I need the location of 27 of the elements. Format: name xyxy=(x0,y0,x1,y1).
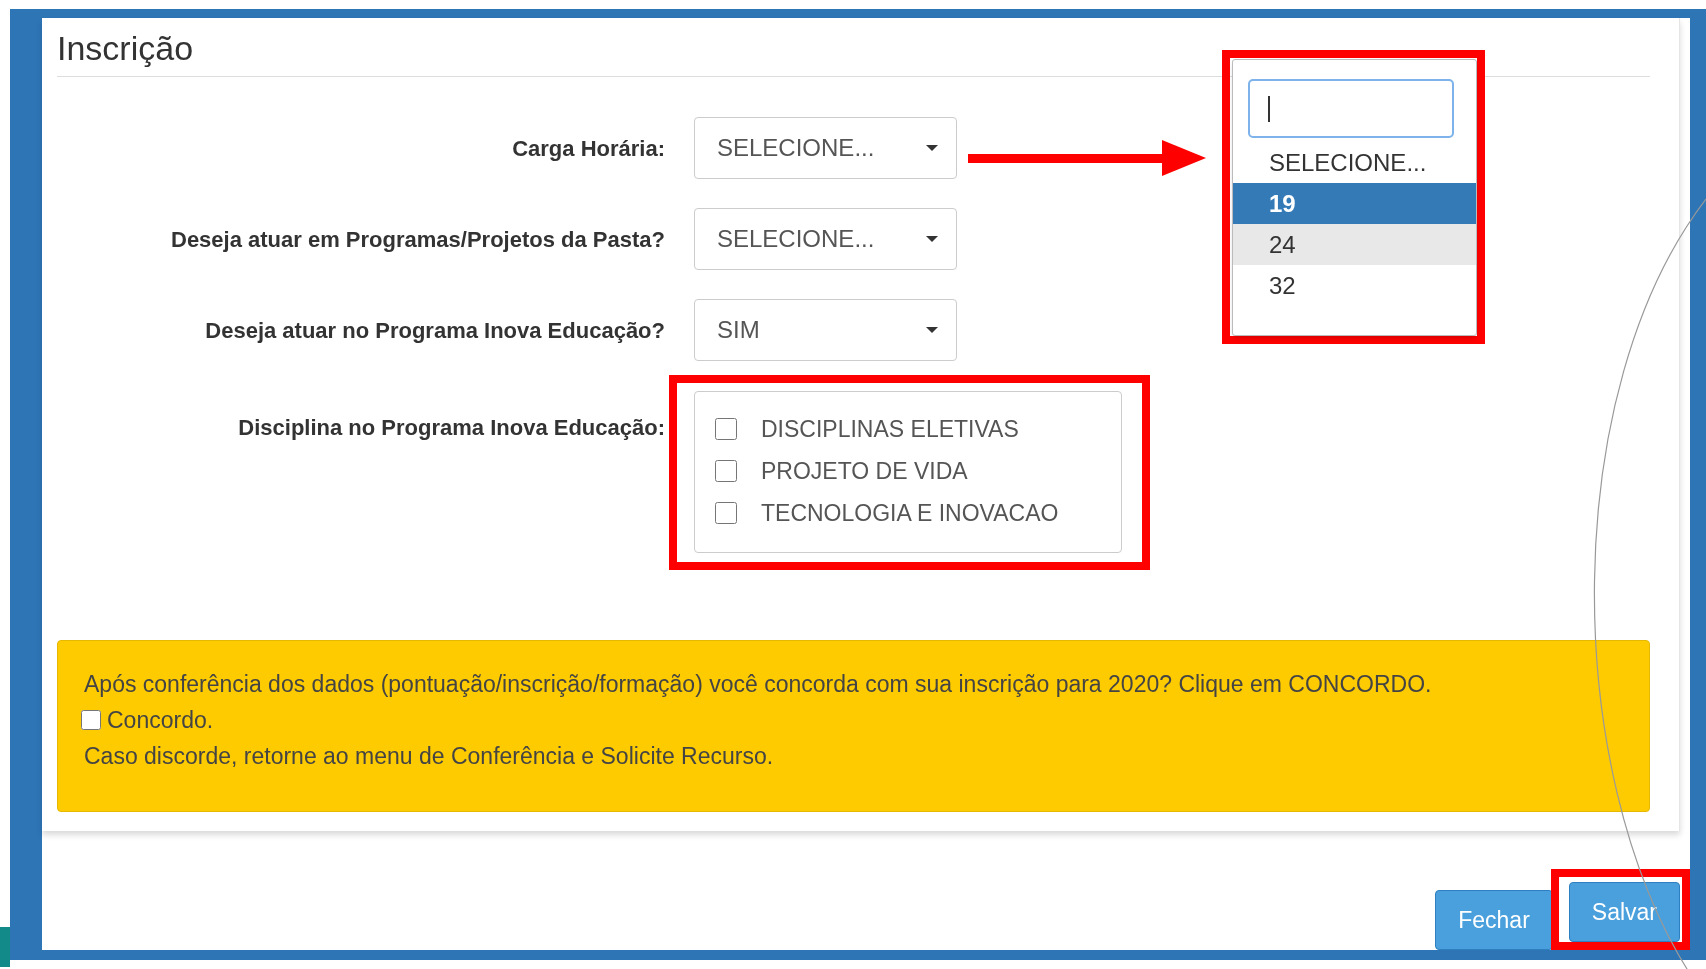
field-label: Deseja atuar em Programas/Projetos da Pasta? xyxy=(170,225,665,254)
field-label: Disciplina no Programa Inova Educação: xyxy=(237,414,665,442)
search-field[interactable] xyxy=(1248,79,1454,138)
dropdown-option[interactable]: 32 xyxy=(1233,265,1476,306)
checkbox-option[interactable]: DISCIPLINAS ELETIVAS xyxy=(715,416,1121,442)
dropdown-option[interactable]: SELECIONE... xyxy=(1233,142,1476,183)
dropdown-option[interactable]: 19 xyxy=(1233,183,1476,224)
field-label: Deseja atuar no Programa Inova Educação? xyxy=(204,316,665,345)
checkbox[interactable] xyxy=(81,710,101,730)
caret-icon xyxy=(926,145,938,151)
agree-checkbox[interactable]: Concordo. xyxy=(81,705,1649,735)
checkbox[interactable] xyxy=(715,418,737,440)
caret-icon xyxy=(926,327,938,333)
select-field[interactable]: SELECIONE... xyxy=(694,117,957,179)
dropdown-option[interactable]: 24 xyxy=(1233,224,1476,265)
notice-text: Após conferência dos dados (pontuação/inscrição/formação) você concorda com sua inscrição para 2020? Clique em CONCORDO. xyxy=(84,670,1433,699)
caret-icon xyxy=(926,236,938,242)
notice-text: Caso discorde, retorne ao menu de Conferência e Solicite Recurso. xyxy=(84,742,775,771)
text-cursor xyxy=(1268,95,1270,122)
select-field[interactable]: SIM xyxy=(694,299,957,361)
select-field[interactable]: SELECIONE... xyxy=(694,208,957,270)
checkbox-option[interactable]: TECNOLOGIA E INOVACAO xyxy=(715,500,1121,526)
checkbox[interactable] xyxy=(715,502,737,524)
checkbox-option[interactable]: PROJETO DE VIDA xyxy=(715,458,1121,484)
field-label: Carga Horária: xyxy=(511,134,665,163)
checkbox[interactable] xyxy=(715,460,737,482)
edge-block xyxy=(0,927,10,967)
